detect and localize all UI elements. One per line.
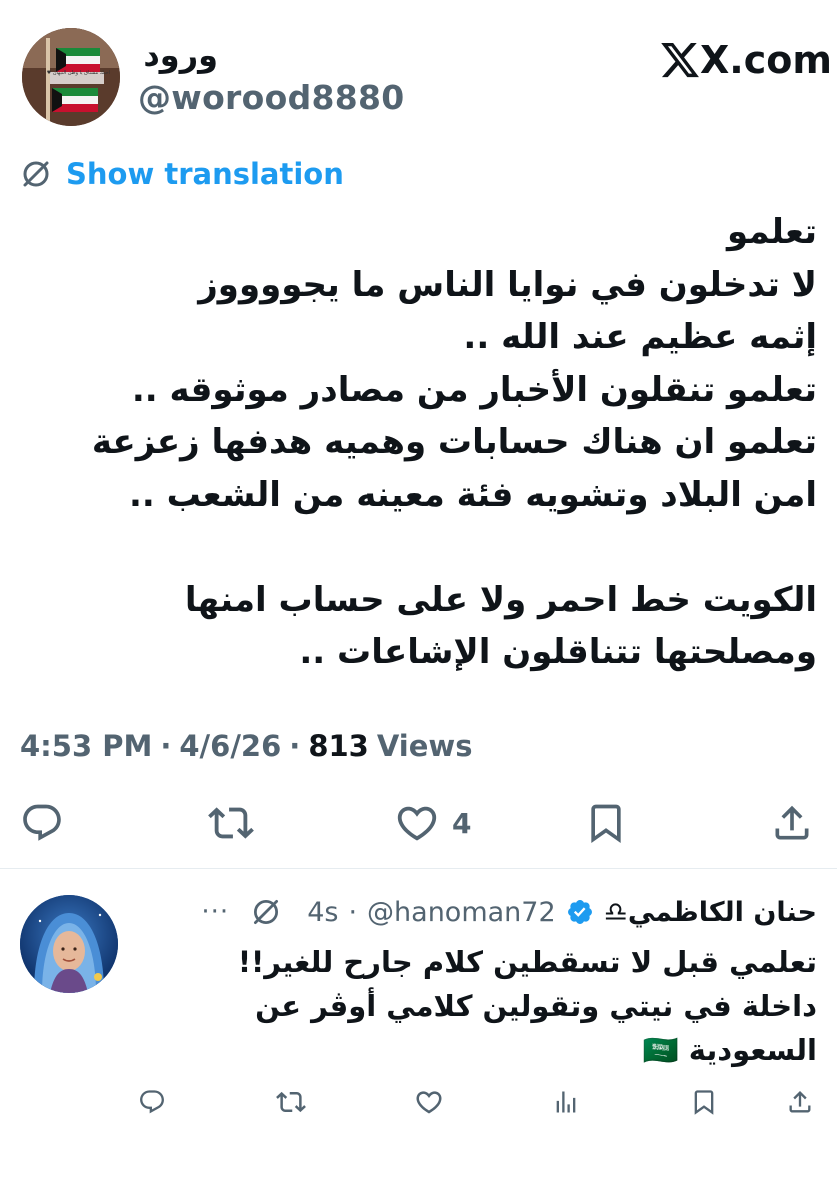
brand-watermark: X.com — [658, 32, 832, 88]
tweet-meta: 4:53 PM · 4/6/26 · 813 Views — [20, 722, 472, 770]
tweet-line: إثمه عظيم عند الله .. — [463, 317, 817, 357]
no-translate-icon[interactable] — [249, 895, 283, 929]
tweet-line: تعلمو تنقلون الأخبار من مصادر موثوقه .. — [131, 369, 817, 410]
like-icon — [416, 1091, 442, 1114]
reply-retweet-button[interactable] — [276, 1080, 306, 1124]
tweet-line — [17, 521, 817, 574]
retweet-icon — [276, 1091, 306, 1113]
tweet-actions: 4 — [0, 790, 837, 856]
x-logo-icon — [661, 42, 699, 78]
show-translation-link[interactable]: Show translation — [20, 154, 344, 194]
meta-separator: · — [160, 729, 172, 763]
like-count: 4 — [452, 806, 472, 840]
reply-like-button[interactable] — [414, 1080, 444, 1124]
show-translation-label[interactable]: Show translation — [66, 157, 344, 191]
reply-line: تعلمي قبل لا تسقطين كلام جارح للغير!! — [237, 945, 817, 979]
author-avatar[interactable] — [22, 28, 120, 126]
share-button[interactable] — [770, 790, 814, 856]
tweet-time[interactable]: 4:53 PM — [20, 729, 152, 763]
avatar-caption: أحبك مشتاق يا وطن التيهان ♥ — [46, 70, 110, 76]
reply-line: السعودية 🇸🇦 — [642, 1033, 817, 1067]
bookmark-button[interactable] — [584, 790, 628, 856]
reply-text: تعلمي قبل لا تسقطين كلام جارح للغير!! دا… — [127, 940, 817, 1072]
retweet-button[interactable] — [208, 790, 254, 856]
meta-separator: · — [289, 729, 301, 763]
reply-icon — [23, 804, 61, 841]
verified-badge-icon — [567, 900, 592, 924]
reply-age[interactable]: 4s — [307, 897, 338, 928]
like-button[interactable]: 4 — [394, 790, 471, 856]
brand-label: X.com — [700, 38, 832, 82]
tweet-line: تعلمو ان هناك حسابات وهميه هدفها زعزعة — [91, 422, 817, 462]
reply-reply-button[interactable] — [138, 1080, 166, 1124]
divider — [0, 868, 837, 869]
reply-separator: · — [348, 896, 358, 928]
retweet-icon — [208, 807, 254, 839]
tweet-date[interactable]: 4/6/26 — [179, 729, 281, 763]
reply-author-avatar[interactable] — [20, 895, 118, 993]
tweet-line: ومصلحتها تتناقلون الإشاعات .. — [299, 632, 817, 672]
tweet-line: لا تدخلون في نوايا الناس ما يجووووز — [198, 264, 817, 305]
reply-display-name[interactable]: حنان الكاظمي♎ — [604, 897, 817, 928]
tweet-line: الكويت خط احمر ولا على حساب امنها — [184, 579, 817, 620]
reply-handle[interactable]: @hanoman72 — [367, 897, 556, 928]
bookmark-icon — [694, 1090, 714, 1115]
reply-header: حنان الكاظمي♎ @hanoman72 · 4s ··· — [201, 892, 817, 932]
more-icon[interactable]: ··· — [201, 897, 229, 927]
bookmark-icon — [591, 804, 621, 844]
views-label: Views — [376, 729, 473, 763]
views-count: 813 — [308, 729, 369, 763]
reply-line: داخلة في نيتي وتقولين كلامي أوڤر عن — [255, 989, 817, 1023]
reply-share-button[interactable] — [786, 1080, 814, 1124]
tweet-text: تعلمو لا تدخلون في نوايا الناس ما يجوووو… — [17, 206, 817, 679]
translate-icon — [23, 161, 49, 187]
share-icon — [789, 1091, 811, 1113]
author-display-name[interactable]: ورود — [138, 36, 218, 74]
tweet-line: امن البلاد وتشويه فئة معينه من الشعب .. — [129, 474, 817, 515]
author-handle[interactable]: @worood8880 — [138, 78, 405, 117]
analytics-icon — [556, 1091, 576, 1113]
reply-analytics-button[interactable] — [552, 1080, 580, 1124]
share-icon — [775, 805, 809, 840]
reply-button[interactable] — [20, 790, 64, 856]
like-icon — [397, 806, 437, 841]
reply-actions — [0, 1080, 837, 1124]
reply-bookmark-button[interactable] — [690, 1080, 718, 1124]
tweet-line: تعلمو — [727, 212, 817, 252]
reply-icon — [140, 1090, 164, 1114]
